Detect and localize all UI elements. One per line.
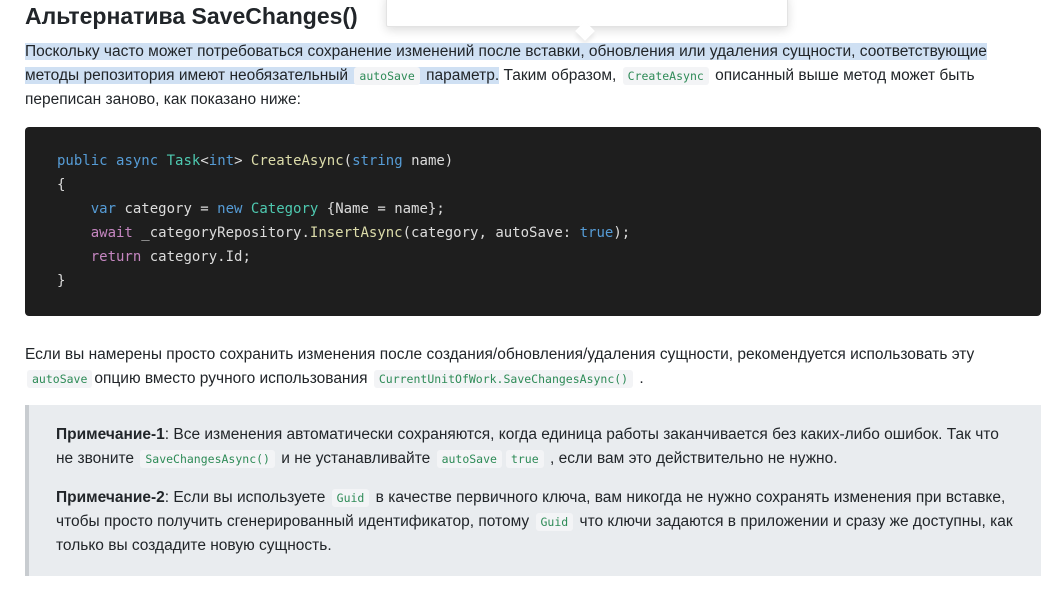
code-token: string (352, 153, 403, 169)
code-token: public (57, 153, 108, 169)
inline-code-guid: Guid (535, 513, 574, 531)
inline-code-savechangesasync: CurrentUnitOfWork.SaveChangesAsync() (373, 370, 634, 388)
text-segment: . (635, 370, 644, 387)
note-2: Примечание-2: Если вы используете Guid в… (56, 486, 1016, 558)
code-token: InsertAsync (309, 225, 403, 241)
text-segment: параметр. (421, 67, 500, 84)
code-token: async (116, 153, 159, 169)
code-token: await (90, 225, 133, 241)
note-1: Примечание-1: Все изменения автоматическ… (56, 423, 1016, 471)
note-1-label: Примечание-1 (56, 426, 165, 443)
code-token: new (217, 201, 243, 217)
code-token: true (579, 225, 614, 241)
note-2-label: Примечание-2 (56, 489, 165, 506)
text-segment: опцию вместо ручного использования (94, 370, 372, 387)
inline-code-autosave: autoSave (354, 67, 420, 85)
page-heading: Альтернатива SaveChanges() (25, 3, 358, 29)
code-content: public async Task<int> CreateAsync(strin… (57, 153, 631, 289)
text-segment: и не устанавливайте (276, 450, 435, 467)
code-token: int (208, 153, 235, 169)
inline-code-autosave: autoSave (27, 370, 93, 388)
text-segment: : Если вы используете (164, 489, 330, 506)
text-segment: Таким образом, (499, 67, 621, 84)
inline-code-true: true (505, 450, 544, 468)
code-token: var (90, 201, 117, 217)
code-token: Task (166, 153, 201, 169)
paragraph-recommendation: Если вы намерены просто сохранить измене… (25, 343, 1035, 391)
inline-code-savechangesasync: SaveChangesAsync() (140, 450, 275, 468)
paragraph-intro: Поскольку часто может потребоваться сохр… (25, 40, 1035, 112)
text-segment: Если вы намерены просто сохранить измене… (25, 346, 975, 363)
inline-code-autosave: autoSave (436, 450, 502, 468)
note-box: Примечание-1: Все изменения автоматическ… (25, 405, 1041, 576)
inline-code-createasync: CreateAsync (622, 67, 709, 85)
text-segment: , если вам это действительно не нужно. (545, 450, 838, 467)
code-token: Category (250, 201, 319, 217)
inline-code-guid: Guid (331, 489, 370, 507)
code-token: return (90, 249, 142, 265)
code-block[interactable]: public async Task<int> CreateAsync(strin… (25, 127, 1041, 316)
code-token: CreateAsync (250, 153, 344, 169)
